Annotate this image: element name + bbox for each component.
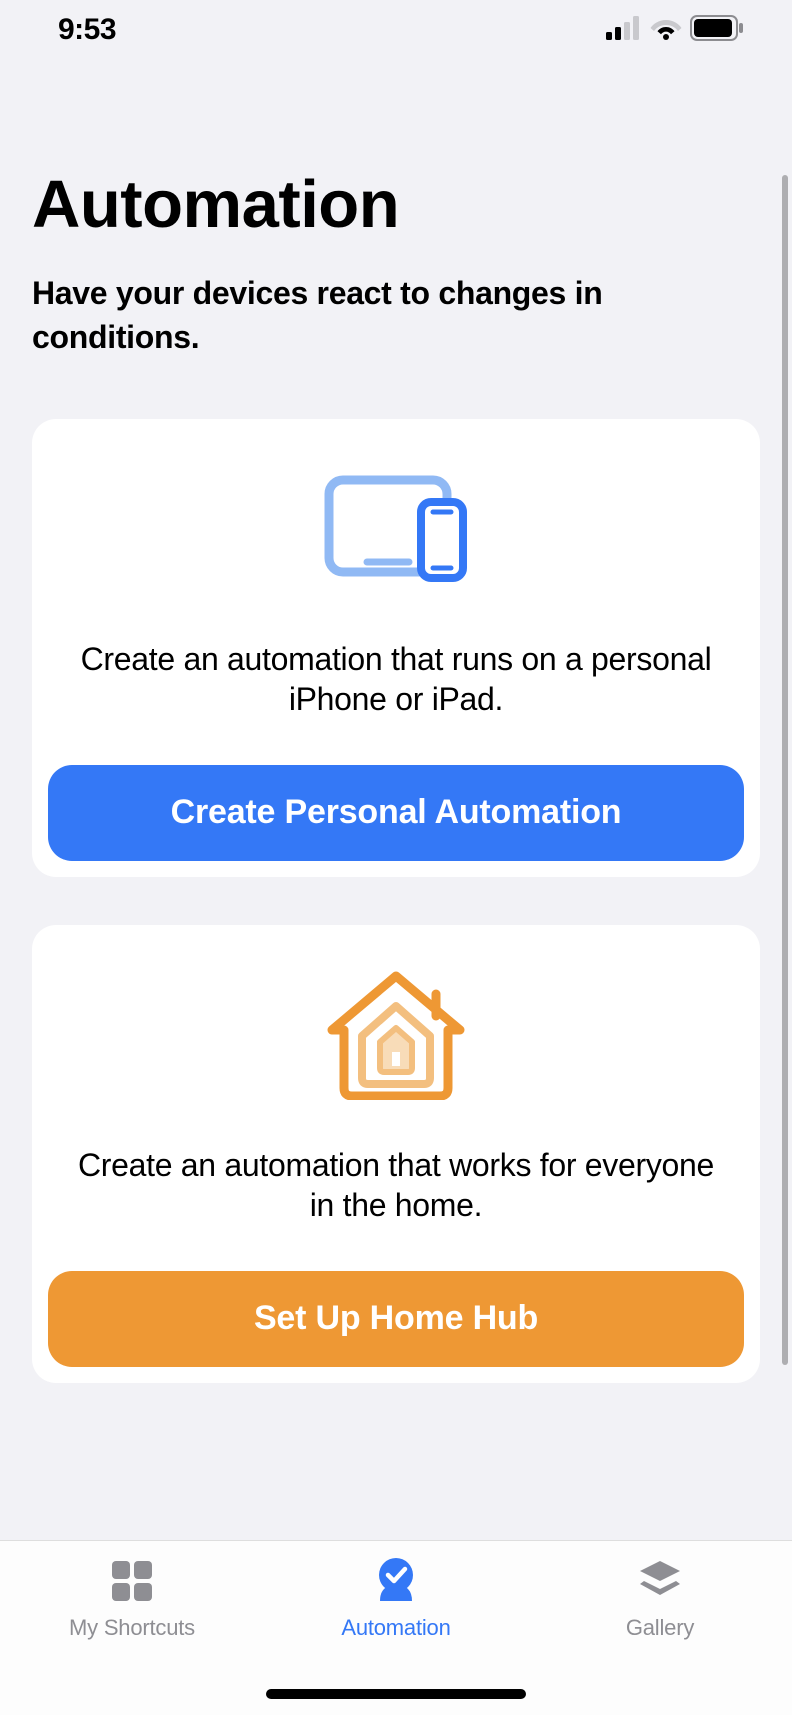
shortcuts-grid-icon	[106, 1555, 158, 1607]
gallery-stack-icon	[634, 1555, 686, 1607]
home-card-desc: Create an automation that works for ever…	[48, 1145, 744, 1225]
wifi-icon	[650, 16, 682, 45]
cards-container: Create an automation that runs on a pers…	[0, 359, 792, 1383]
set-up-home-hub-button[interactable]: Set Up Home Hub	[48, 1271, 744, 1367]
tab-my-shortcuts[interactable]: My Shortcuts	[0, 1555, 264, 1715]
home-automation-card: Create an automation that works for ever…	[32, 925, 760, 1383]
cellular-icon	[606, 16, 642, 45]
page-subtitle: Have your devices react to changes in co…	[32, 272, 760, 358]
create-personal-automation-button[interactable]: Create Personal Automation	[48, 765, 744, 861]
page-title: Automation	[32, 170, 760, 240]
devices-icon	[48, 469, 744, 589]
personal-automation-card: Create an automation that runs on a pers…	[32, 419, 760, 877]
home-indicator[interactable]	[266, 1689, 526, 1699]
page-header: Automation Have your devices react to ch…	[0, 60, 792, 359]
tab-label-shortcuts: My Shortcuts	[69, 1615, 195, 1641]
personal-card-desc: Create an automation that runs on a pers…	[48, 639, 744, 719]
home-icon	[48, 975, 744, 1095]
scroll-indicator	[782, 175, 788, 1365]
status-indicators	[606, 15, 744, 46]
automation-badge-icon	[370, 1555, 422, 1607]
tab-label-gallery: Gallery	[626, 1615, 694, 1641]
status-time: 9:53	[58, 13, 116, 47]
status-bar: 9:53	[0, 0, 792, 60]
battery-icon	[690, 15, 744, 46]
tab-label-automation: Automation	[341, 1615, 450, 1641]
tab-gallery[interactable]: Gallery	[528, 1555, 792, 1715]
